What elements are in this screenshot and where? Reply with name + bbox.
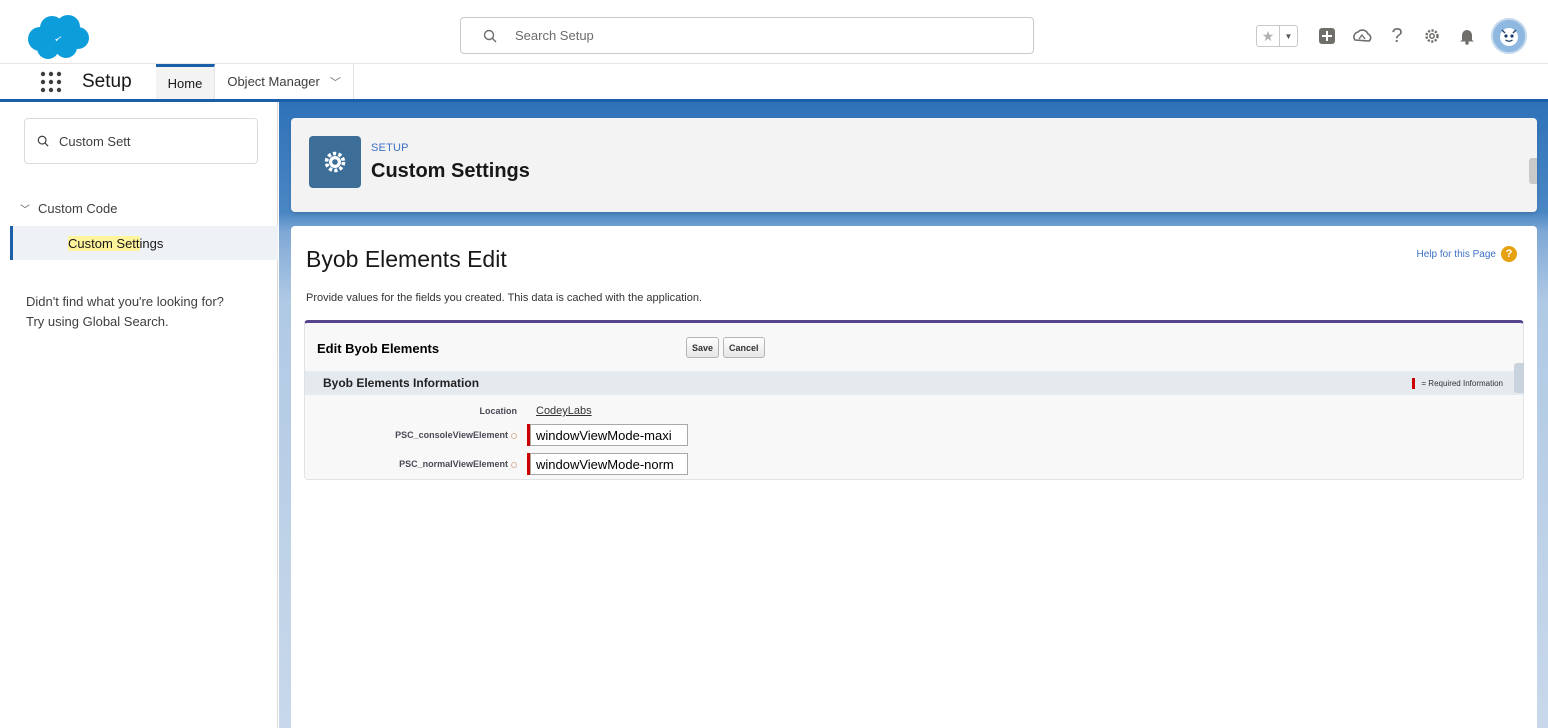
search-icon — [37, 135, 49, 147]
content-description: Provide values for the fields you create… — [306, 292, 703, 304]
tab-home[interactable]: Home — [155, 64, 216, 99]
field-row-normal-view: PSC_normalViewElement — [305, 453, 1523, 475]
section-header: Byob Elements Information = Required Inf… — [305, 371, 1523, 395]
info-icon[interactable] — [511, 432, 517, 439]
location-link[interactable]: CodeyLabs — [536, 405, 592, 417]
header-icons: ★ ▼ ? — [1256, 18, 1527, 54]
page-title: Custom Settings — [371, 160, 530, 182]
field-row-console-view: PSC_consoleViewElement — [305, 424, 1523, 446]
add-icon[interactable] — [1314, 23, 1340, 49]
global-header: Search Setup ★ ▼ ? — [0, 0, 1548, 64]
main-area: SETUP Custom Settings Byob Elements Edit… — [279, 102, 1548, 728]
sidebar-help-line-1: Didn't find what you're looking for? — [26, 294, 224, 309]
global-search-input[interactable]: Search Setup — [460, 17, 1034, 54]
edit-block-title: Edit Byob Elements — [317, 341, 440, 356]
chevron-down-icon[interactable]: ﹀ — [330, 74, 341, 90]
tab-object-manager[interactable]: Object Manager ﹀ — [215, 64, 354, 99]
setup-sidebar: Custom Sett ﹀ Custom Code Custom Sett ing… — [0, 102, 278, 728]
content-panel: Byob Elements Edit Help for this Page ? … — [291, 226, 1537, 728]
trailhead-icon[interactable] — [1349, 23, 1375, 49]
tab-home-label: Home — [167, 75, 203, 91]
help-icon: ? — [1501, 246, 1517, 262]
normal-view-element-input[interactable] — [530, 453, 688, 475]
help-for-page-link[interactable]: Help for this Page ? — [1416, 246, 1517, 262]
field-label-text: PSC_normalViewElement — [399, 459, 508, 469]
chevron-down-icon: ﹀ — [20, 205, 30, 216]
info-icon[interactable] — [511, 461, 517, 468]
field-label-text: PSC_consoleViewElement — [395, 430, 508, 440]
tab-object-manager-label: Object Manager — [227, 74, 320, 89]
required-legend-text: = Required Information — [1421, 378, 1503, 388]
field-label-console-view: PSC_consoleViewElement — [305, 430, 523, 440]
search-icon — [483, 29, 497, 42]
avatar[interactable] — [1491, 18, 1527, 54]
sidebar-item-custom-settings[interactable]: Custom Sett ings — [10, 226, 278, 260]
sidebar-help-text: Didn't find what you're looking for? Try… — [26, 292, 266, 332]
gear-icon — [309, 136, 361, 188]
section-title: Byob Elements Information — [323, 376, 480, 390]
required-legend: = Required Information — [1412, 371, 1503, 395]
edit-block-buttons: Save Cancel — [686, 337, 769, 358]
field-row-location: Location CodeyLabs — [305, 405, 1523, 417]
quick-find-input[interactable]: Custom Sett — [24, 118, 258, 164]
tree-section-label: Custom Code — [38, 201, 118, 216]
field-label-location: Location — [479, 406, 518, 416]
console-view-element-input[interactable] — [530, 424, 688, 446]
help-icon[interactable]: ? — [1384, 23, 1410, 49]
field-input-wrap — [527, 424, 688, 446]
sidebar-item-label-rest: ings — [139, 235, 164, 251]
favorites-group: ★ ▼ — [1256, 25, 1298, 47]
quick-find-value: Custom Sett — [59, 133, 131, 149]
panel-toggle-handle[interactable] — [1529, 158, 1537, 184]
tree-section-custom-code[interactable]: ﹀ Custom Code — [20, 201, 117, 216]
side-collapse-handle[interactable] — [1514, 363, 1524, 393]
search-highlight: Custom Sett — [68, 235, 140, 251]
context-bar: Setup Home Object Manager ﹀ — [0, 64, 1548, 102]
sidebar-help-line-2: Try using Global Search. — [26, 314, 169, 329]
cancel-button[interactable]: Cancel — [723, 337, 765, 358]
salesforce-logo[interactable] — [26, 14, 90, 60]
page-eyebrow: SETUP — [371, 142, 409, 154]
app-name: Setup — [82, 70, 132, 92]
field-input-wrap — [527, 453, 688, 475]
search-placeholder: Search Setup — [515, 28, 594, 43]
page-header: SETUP Custom Settings — [291, 118, 1537, 212]
bell-icon[interactable] — [1454, 23, 1480, 49]
edit-block: Edit Byob Elements Save Cancel Byob Elem… — [304, 320, 1524, 480]
content-title: Byob Elements Edit — [306, 246, 507, 272]
app-launcher-icon[interactable] — [40, 64, 68, 99]
gear-icon[interactable] — [1419, 23, 1445, 49]
chevron-down-icon[interactable]: ▼ — [1279, 26, 1297, 46]
required-marker — [1412, 377, 1416, 389]
field-label-normal-view: PSC_normalViewElement — [305, 459, 523, 469]
help-link-label: Help for this Page — [1416, 248, 1497, 260]
star-icon[interactable]: ★ — [1257, 26, 1279, 46]
save-button[interactable]: Save — [686, 337, 720, 358]
